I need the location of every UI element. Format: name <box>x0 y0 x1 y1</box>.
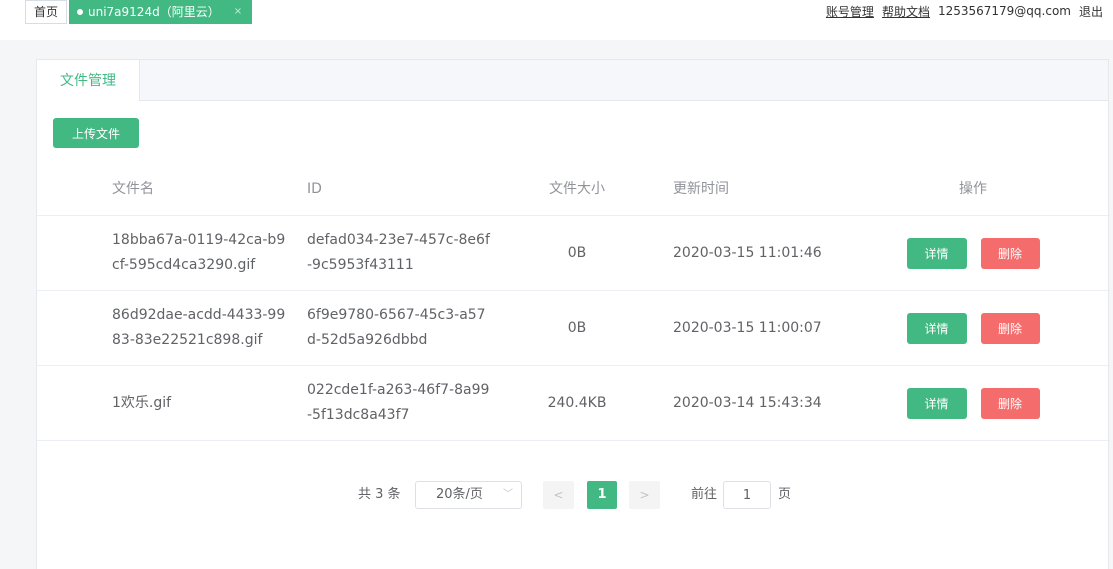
delete-button[interactable]: 删除 <box>980 237 1040 269</box>
upload-file-button[interactable]: 上传文件 <box>53 118 139 148</box>
pagination: 共 3 条 20条/页 ﹀ < 1 > 前往 页 <box>37 480 1110 510</box>
tab-active-project[interactable]: uni7a9124d（阿里云） × <box>69 0 253 24</box>
active-dot-icon <box>77 9 83 15</box>
file-time: 2020-03-15 11:00:07 <box>673 319 822 336</box>
tab-active-label: uni7a9124d（阿里云） <box>88 5 220 19</box>
file-id: 6f9e9780-6567-45c3-a57d-52d5a926dbbd <box>307 307 486 348</box>
row-actions: 详情 删除 <box>905 291 1041 365</box>
card-tab-bar: 文件管理 <box>37 60 1108 101</box>
page-size-select[interactable]: 20条/页 ﹀ <box>415 481 522 509</box>
file-size: 240.4KB <box>547 394 607 411</box>
file-name: 18bba67a-0119-42ca-b9cf-595cd4ca3290.gif <box>112 232 286 273</box>
file-id: 022cde1f-a263-46f7-8a99-5f13dc8a43f7 <box>307 382 490 423</box>
tab-file-management[interactable]: 文件管理 <box>37 60 140 101</box>
table-row: 86d92dae-acdd-4433-9983-83e22521c898.gif… <box>37 291 1110 366</box>
file-management-card: 文件管理 上传文件 文件名 ID 文件大小 更新时间 操作 18bba67a-0… <box>36 59 1110 569</box>
page-suffix: 页 <box>778 487 792 502</box>
pagination-total: 共 3 条 <box>358 487 401 502</box>
detail-button[interactable]: 详情 <box>906 312 967 344</box>
delete-button[interactable]: 删除 <box>980 387 1040 419</box>
table-header: 文件名 ID 文件大小 更新时间 操作 <box>37 164 1110 216</box>
chevron-down-icon: ﹀ <box>503 489 513 500</box>
row-actions: 详情 删除 <box>905 216 1041 290</box>
header-id: ID <box>307 181 322 197</box>
detail-button[interactable]: 详情 <box>906 237 967 269</box>
goto-page-input[interactable] <box>723 481 771 509</box>
top-bar: 首页 uni7a9124d（阿里云） × 账号管理 帮助文档 125356717… <box>0 0 1113 30</box>
help-link[interactable]: 帮助文档 <box>882 3 930 20</box>
top-links: 账号管理 帮助文档 1253567179@qq.com 退出 <box>818 0 1103 22</box>
tab-home[interactable]: 首页 <box>25 0 68 24</box>
page-number-current[interactable]: 1 <box>587 481 617 509</box>
chevron-left-icon[interactable]: < <box>543 481 574 509</box>
file-size: 0B <box>567 319 587 336</box>
table-row: 18bba67a-0119-42ca-b9cf-595cd4ca3290.gif… <box>37 216 1110 291</box>
user-email: 1253567179@qq.com <box>937 4 1071 18</box>
file-name: 86d92dae-acdd-4433-9983-83e22521c898.gif <box>112 307 286 348</box>
file-table: 文件名 ID 文件大小 更新时间 操作 18bba67a-0119-42ca-b… <box>37 164 1110 441</box>
file-name: 1欢乐.gif <box>112 394 172 411</box>
file-time: 2020-03-15 11:01:46 <box>673 244 822 261</box>
logout-link[interactable]: 退出 <box>1079 3 1103 20</box>
account-link[interactable]: 账号管理 <box>826 3 874 20</box>
delete-button[interactable]: 删除 <box>980 312 1040 344</box>
detail-button[interactable]: 详情 <box>906 387 967 419</box>
goto-label: 前往 <box>691 487 718 502</box>
page-size-value: 20条/页 <box>436 487 483 502</box>
file-id: defad034-23e7-457c-8e6f-9c5953f43111 <box>307 232 490 273</box>
file-size: 0B <box>567 244 587 261</box>
header-name: 文件名 <box>112 181 154 197</box>
header-size: 文件大小 <box>549 181 605 197</box>
row-actions: 详情 删除 <box>905 366 1041 440</box>
chevron-right-icon[interactable]: > <box>629 481 660 509</box>
close-icon[interactable]: × <box>234 0 242 24</box>
file-time: 2020-03-14 15:43:34 <box>673 394 822 411</box>
header-ops: 操作 <box>959 181 987 197</box>
header-time: 更新时间 <box>673 181 729 197</box>
table-row: 1欢乐.gif 022cde1f-a263-46f7-8a99-5f13dc8a… <box>37 366 1110 441</box>
